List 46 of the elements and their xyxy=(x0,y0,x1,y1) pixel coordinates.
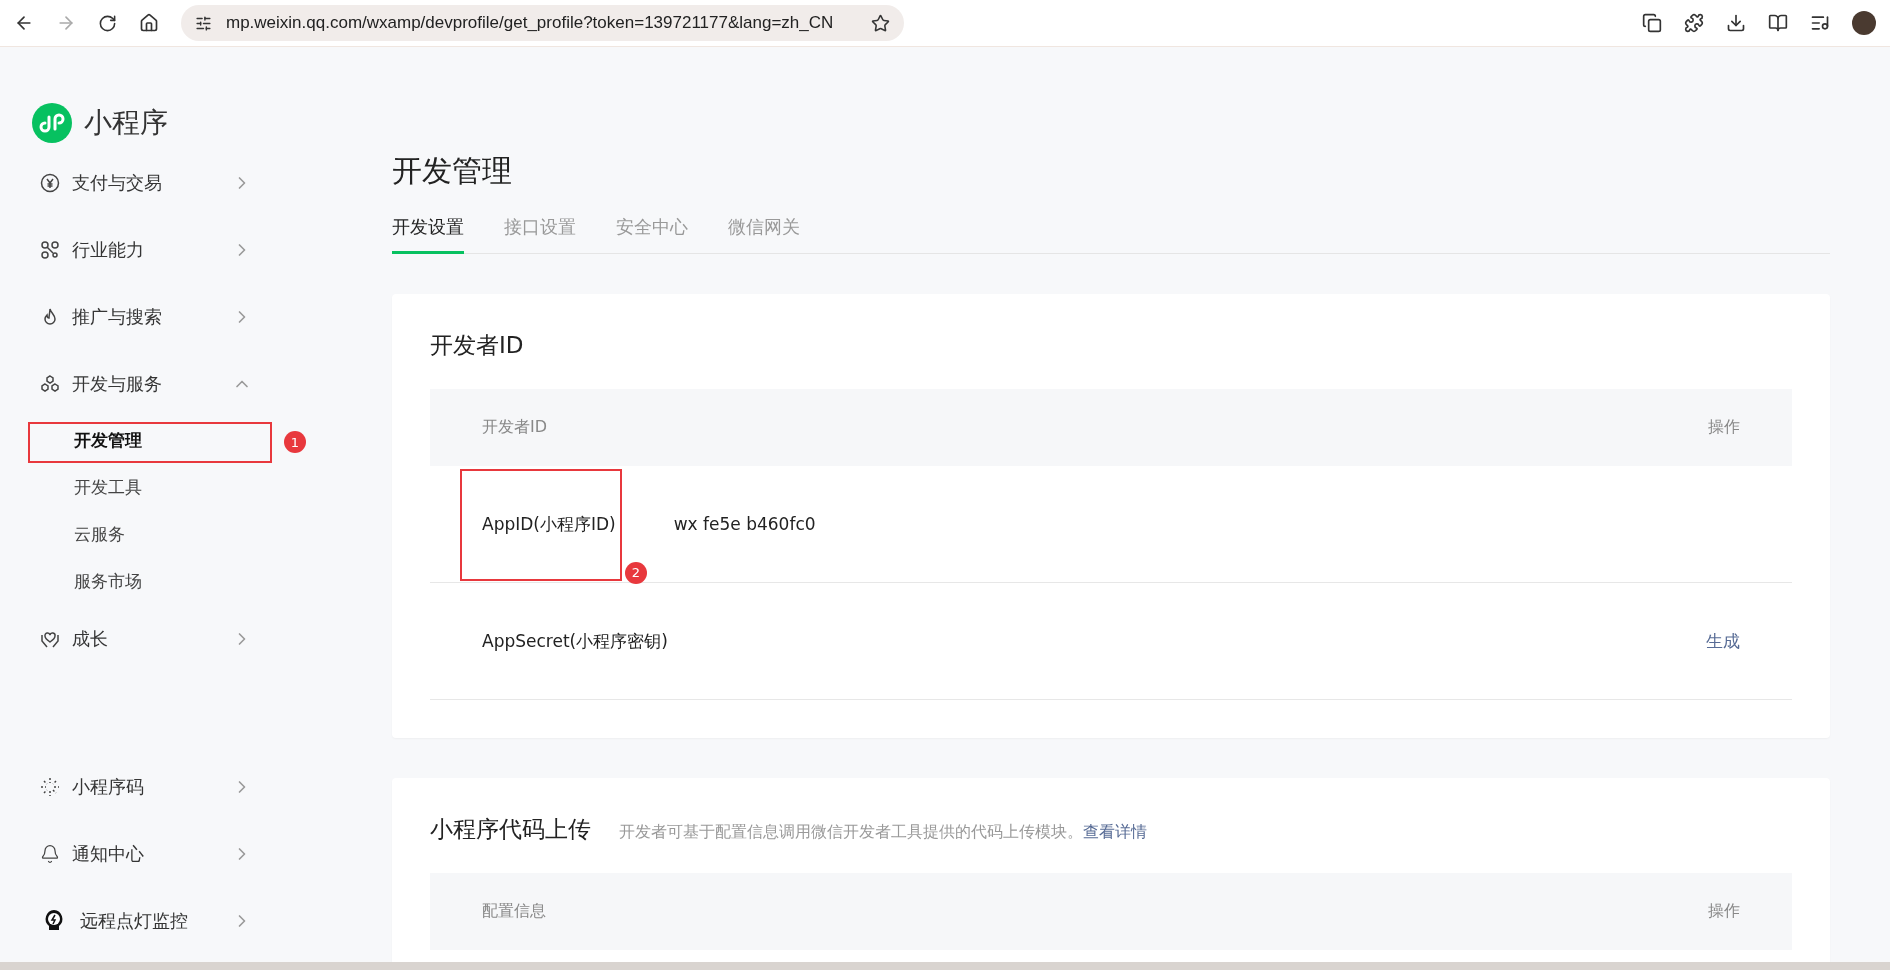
card-title: 小程序代码上传 xyxy=(430,815,591,844)
sidebar-group[interactable]: 行业能力 xyxy=(32,216,252,283)
column-header: 配置信息 xyxy=(482,901,546,922)
media-button[interactable] xyxy=(1810,13,1830,33)
page-title: 开发管理 xyxy=(392,153,513,189)
step-badge: 2 xyxy=(625,561,647,584)
card-title: 开发者ID xyxy=(430,331,524,360)
step-badge: 1 xyxy=(284,431,306,453)
reload-button[interactable] xyxy=(98,13,117,33)
card-description: 开发者可基于配置信息调用微信开发者工具提供的代码上传模块。查看详情 xyxy=(619,822,1147,843)
sidebar-group[interactable]: 支付与交易 xyxy=(32,149,252,216)
sidebar-item[interactable]: 开发管理 xyxy=(32,417,242,464)
extensions-button[interactable] xyxy=(1684,13,1704,33)
site-settings-icon[interactable] xyxy=(195,14,212,32)
home-button[interactable] xyxy=(139,13,159,33)
sidebar-group[interactable]: 推广与搜索 xyxy=(32,283,252,350)
app-id-value: wx fe5e b460fc0 xyxy=(673,514,816,534)
brand-title: 小程序 xyxy=(84,105,168,141)
sparkle-icon xyxy=(40,776,60,797)
sidebar-item[interactable]: 开发工具 xyxy=(32,464,242,511)
column-header: 操作 xyxy=(1708,901,1740,922)
column-header: 操作 xyxy=(1708,417,1740,438)
bell-icon xyxy=(40,843,60,864)
tab[interactable]: 开发设置 xyxy=(392,215,464,254)
sidebar-group[interactable]: 成长 xyxy=(32,605,252,672)
sidebar-group[interactable]: 开发与服务 xyxy=(32,350,252,417)
sidebar-item[interactable]: 云服务 xyxy=(32,511,242,558)
reader-button[interactable] xyxy=(1768,13,1788,33)
download-button[interactable] xyxy=(1726,13,1746,33)
details-link[interactable]: 查看详情 xyxy=(1083,822,1147,841)
yen-icon xyxy=(40,172,60,193)
row-label: AppID(小程序ID) xyxy=(482,512,616,536)
sidebar-item[interactable]: 服务市场 xyxy=(32,558,242,605)
generate-link[interactable]: 生成 xyxy=(1706,629,1740,653)
hexagons-icon xyxy=(40,373,60,394)
nodes-icon xyxy=(40,239,60,260)
sidebar-item[interactable]: 小程序码 xyxy=(32,753,252,820)
row-label: AppSecret(小程序密钥) xyxy=(482,629,668,653)
miniprogram-logo-icon xyxy=(32,103,72,143)
address-bar[interactable]: mp.weixin.qq.com/wxamp/devprofile/get_profile?token=139721177&lang=zh_CN xyxy=(181,5,904,41)
bookmark-star-icon[interactable] xyxy=(870,13,890,33)
copy-button[interactable] xyxy=(1642,13,1662,33)
sidebar-item[interactable]: 远程点灯监控 xyxy=(32,887,252,954)
sidebar-item[interactable]: 通知中心 xyxy=(32,820,252,887)
column-header: 开发者ID xyxy=(482,417,548,438)
profile-avatar[interactable] xyxy=(1852,11,1876,35)
